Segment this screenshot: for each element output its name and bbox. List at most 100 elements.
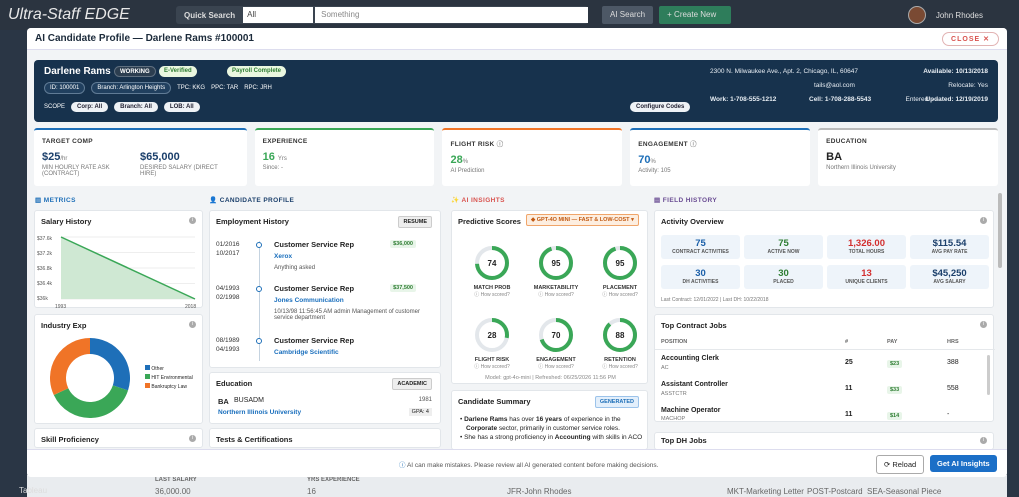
stat-avg-pay-rate: $115.54 AVG PAY RATE <box>910 235 989 259</box>
kpi-unit: % <box>650 159 656 165</box>
close-button[interactable]: CLOSE ✕ <box>942 31 999 46</box>
info-icon[interactable]: i <box>189 321 196 328</box>
kpi-title: EDUCATION <box>826 138 867 145</box>
ring-value: 95 <box>616 259 625 268</box>
address: 2300 N. Milwaukee Ave., Apt. 2, Chicago,… <box>710 68 859 75</box>
y-tick: $36k <box>37 296 48 302</box>
job-company[interactable]: Cambridge Scientific <box>274 349 339 356</box>
model-select[interactable]: ◆ GPT-4O MINI — FAST & LOW-COST ▾ <box>526 214 639 226</box>
user-name: John Rhodes <box>935 10 983 20</box>
bg-mkt: MKT-Marketing Letter <box>727 487 804 496</box>
summary-text-part: sector, primarily in customer service ro… <box>497 425 620 432</box>
stat-label: DH ACTIVITIES <box>682 279 719 285</box>
modal-scrollbar[interactable] <box>998 193 1002 268</box>
updated: Updated: 12/19/2019 <box>925 96 988 103</box>
left-nav <box>0 30 27 497</box>
ring-gauge: 95 <box>603 246 637 280</box>
ai-search-button[interactable]: AI Search <box>602 6 654 24</box>
configure-codes-button[interactable]: Configure Codes <box>630 102 691 112</box>
chart-icon: ▥ <box>35 197 42 204</box>
how-scored-link[interactable]: ⓘ How scored? <box>532 291 580 298</box>
search-input[interactable]: Something <box>315 7 588 23</box>
info-icon: ⓘ <box>496 141 504 148</box>
email[interactable]: tails@aol.com <box>814 82 855 89</box>
col-position: POSITION <box>661 339 688 345</box>
wand-icon: ✨ <box>451 197 460 204</box>
edu-field: BUSADM <box>234 397 264 404</box>
info-icon: ⓘ <box>690 141 697 148</box>
legend-label: Other <box>151 366 164 372</box>
card-title: Salary History <box>41 217 92 226</box>
search-scope-select[interactable]: All <box>243 7 314 23</box>
how-scored-link[interactable]: ⓘ How scored? <box>532 363 580 370</box>
create-new-button[interactable]: + Create New <box>659 6 732 24</box>
how-scored-link[interactable]: ⓘ How scored? <box>596 291 644 298</box>
kpi-engagement: ENGAGEMENT ⓘ 70% Activity: 105 <box>630 128 811 186</box>
stat-label: AVG PAY RATE <box>931 249 968 255</box>
how-scored-link[interactable]: ⓘ How scored? <box>596 363 644 370</box>
stat-value: 13 <box>861 268 872 279</box>
job-company[interactable]: Xerox <box>274 253 292 260</box>
kpi-education: EDUCATION BA Northern Illinois Universit… <box>818 128 998 186</box>
payroll-badge: Payroll Complete <box>227 66 287 77</box>
info-icon[interactable]: i <box>980 321 987 328</box>
job-hrs: 558 <box>947 385 959 392</box>
job-to: 02/1998 <box>216 294 240 301</box>
ring-gauge: 95 <box>539 246 573 280</box>
section-metrics: ▥ METRICS <box>35 196 76 204</box>
corp-filter[interactable]: Corp: All <box>71 102 109 112</box>
quick-search-label: Quick Search <box>184 10 236 20</box>
how-scored-link[interactable]: ⓘ How scored? <box>468 363 516 370</box>
kpi-value: 28 <box>450 154 463 166</box>
close-label: CLOSE <box>951 35 981 43</box>
available-date: Available: 10/13/2018 <box>923 68 988 75</box>
edu-year: 1981 <box>418 397 432 403</box>
info-icon[interactable]: i <box>189 435 196 442</box>
candidate-id: ID: 100001 <box>44 82 86 94</box>
generated-badge: GENERATED <box>594 396 639 408</box>
reload-button[interactable]: ⟳ Reload <box>876 455 925 474</box>
job-company[interactable]: Jones Communication <box>274 297 344 304</box>
academic-badge: ACADEMIC <box>392 378 432 390</box>
stat-value: 75 <box>778 238 789 249</box>
kpi-value: $25 <box>42 151 61 163</box>
stat-contract-activities: 75 CONTRACT ACTIVITIES <box>661 235 740 259</box>
reload-label: Reload <box>892 460 917 469</box>
get-ai-insights-button[interactable]: Get AI Insights <box>930 455 997 472</box>
ring-gauge: 74 <box>475 246 509 280</box>
job-count: 25 <box>845 359 853 366</box>
disclaimer-text: AI can make mistakes. Please review all … <box>406 462 659 469</box>
summary-bold: 16 years <box>536 416 563 423</box>
how-scored-link[interactable]: ⓘ How scored? <box>468 291 516 298</box>
hero-filters: SCOPE Corp: All Branch: All LOB: All <box>44 102 200 112</box>
branch-filter[interactable]: Branch: All <box>114 102 158 112</box>
info-icon[interactable]: i <box>980 437 987 444</box>
resume-badge[interactable]: RESUME <box>398 216 432 228</box>
top-contract-jobs-card: Top Contract Jobs i POSITION # PAY HRS A… <box>654 314 995 422</box>
y-tick: $36.4k <box>37 281 53 287</box>
user-icon: 👤 <box>209 197 218 204</box>
kpi-title: TARGET COMP <box>42 138 93 145</box>
user-menu[interactable]: John Rhodes <box>907 6 983 24</box>
cell-phone: Cell: 1-708-288-5543 <box>809 96 872 103</box>
ring-gauge: 70 <box>539 318 573 352</box>
stat-label: UNIQUE CLIENTS <box>845 279 888 285</box>
job-pay: $33 <box>887 386 903 394</box>
stat-label: TOTAL HOURS <box>848 249 885 255</box>
scrollbar[interactable] <box>987 355 990 395</box>
kpi-value: BA <box>826 151 843 163</box>
stat-value: $45,250 <box>932 268 967 279</box>
summary-text-part: with skills in ACO <box>590 434 643 441</box>
job-pay: $23 <box>887 360 903 368</box>
avatar <box>907 6 926 24</box>
x-tick: 1993 <box>55 304 66 309</box>
hero-ids: ID: 100001 Branch: Arlington Heights TPC… <box>44 82 272 94</box>
job-code: AC <box>661 365 669 371</box>
app-topbar: Ultra-Staff EDGE Quick Search All Someth… <box>0 0 1019 30</box>
info-icon[interactable]: i <box>980 217 987 224</box>
info-icon[interactable]: i <box>189 217 196 224</box>
edu-degree: BA <box>218 397 229 406</box>
right-strip <box>1007 30 1019 497</box>
stat-value: 30 <box>695 268 706 279</box>
lob-filter[interactable]: LOB: All <box>163 102 200 112</box>
